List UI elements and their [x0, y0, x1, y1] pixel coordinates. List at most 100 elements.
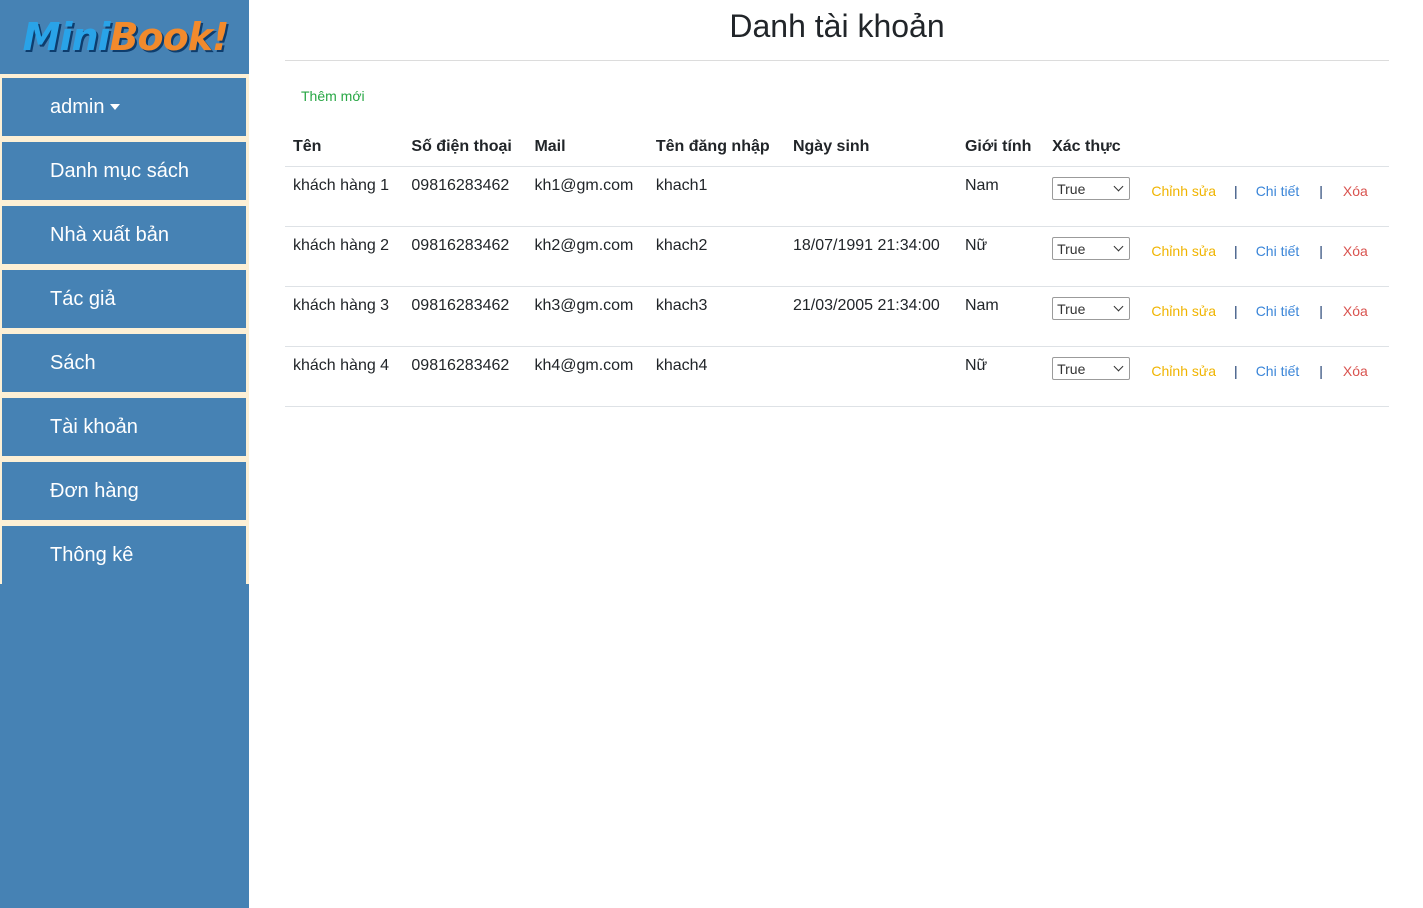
delete-link[interactable]: Xóa [1343, 183, 1368, 199]
sidebar: MiniBook! admin Danh mục sách Nhà xuất b… [0, 0, 249, 908]
sidebar-item-authors[interactable]: Tác giả [2, 270, 246, 328]
cell-birthday: 21/03/2005 21:34:00 [784, 286, 957, 347]
detail-link[interactable]: Chi tiết [1256, 183, 1300, 199]
column-header-name: Tên [293, 138, 322, 155]
cell-actions: Chỉnh sửa | Chi tiết | Xóa [1143, 346, 1389, 407]
cell-actions: Chỉnh sửa | Chi tiết | Xóa [1143, 166, 1389, 227]
edit-link[interactable]: Chỉnh sửa [1151, 303, 1216, 319]
sidebar-item-label: Tài khoản [50, 415, 138, 438]
column-header-verified: Xác thực [1052, 138, 1121, 155]
main-content: Danh tài khoản Thêm mới Tên Số điện thoạ… [285, 0, 1389, 407]
verified-select[interactable]: True [1052, 357, 1131, 380]
cell-gender: Nam [956, 286, 1045, 347]
cell-username: khach3 [647, 286, 785, 347]
delete-link[interactable]: Xóa [1343, 303, 1368, 319]
sidebar-item-label: Tác giả [50, 287, 116, 310]
logo[interactable]: MiniBook! [0, 0, 249, 74]
sidebar-item-label: Thông kê [50, 543, 134, 566]
separator: | [1234, 183, 1238, 199]
cell-username: khach4 [647, 346, 785, 407]
verified-select[interactable]: True [1052, 177, 1131, 200]
cell-actions: Chỉnh sửa | Chi tiết | Xóa [1143, 286, 1389, 347]
column-header-actions [1143, 136, 1389, 167]
sidebar-item-label: Sách [50, 351, 96, 374]
delete-link[interactable]: Xóa [1343, 363, 1368, 379]
separator: | [1234, 303, 1238, 319]
sidebar-item-statistics[interactable]: Thông kê [2, 526, 246, 584]
table-row: khách hàng 2 09816283462 kh2@gm.com khac… [285, 226, 1389, 287]
sidebar-menu: admin Danh mục sách Nhà xuất bản Tác giả… [0, 74, 249, 584]
cell-name: khách hàng 3 [285, 286, 404, 347]
sidebar-item-label: Đơn hàng [50, 479, 139, 502]
separator: | [1319, 183, 1323, 199]
column-header-username: Tên đăng nhập [655, 138, 770, 155]
column-header-birthday: Ngày sinh [792, 138, 870, 155]
cell-gender: Nữ [956, 226, 1045, 287]
verified-select[interactable]: True [1052, 297, 1131, 320]
table-row: khách hàng 1 09816283462 kh1@gm.com khac… [285, 166, 1389, 227]
chevron-down-icon [1113, 241, 1124, 252]
delete-link[interactable]: Xóa [1343, 243, 1368, 259]
verified-select-value: True [1057, 240, 1086, 257]
cell-birthday: 18/07/1991 21:34:00 [784, 226, 957, 287]
cell-actions: Chỉnh sửa | Chi tiết | Xóa [1143, 226, 1389, 287]
logo-book: Book! [109, 15, 230, 59]
separator: | [1319, 243, 1323, 259]
sidebar-item-publishers[interactable]: Nhà xuất bản [2, 206, 246, 264]
chevron-down-icon [1113, 181, 1124, 192]
detail-link[interactable]: Chi tiết [1256, 243, 1300, 259]
cell-mail: kh3@gm.com [526, 286, 648, 347]
column-header-gender: Giới tính [964, 138, 1032, 155]
column-header-phone: Số điện thoại [411, 138, 512, 155]
cell-name: khách hàng 2 [285, 226, 404, 287]
cell-gender: Nữ [956, 346, 1045, 407]
verified-select[interactable]: True [1052, 237, 1131, 260]
edit-link[interactable]: Chỉnh sửa [1151, 363, 1216, 379]
separator: | [1319, 363, 1323, 379]
verified-select-value: True [1057, 180, 1086, 197]
cell-verified: True [1044, 346, 1144, 407]
cell-username: khach1 [647, 166, 785, 227]
table-row: khách hàng 4 09816283462 kh4@gm.com khac… [285, 346, 1389, 407]
cell-birthday [784, 166, 957, 227]
cell-verified: True [1044, 226, 1144, 287]
sidebar-item-accounts[interactable]: Tài khoản [2, 398, 246, 456]
cell-verified: True [1044, 166, 1144, 227]
sidebar-item-label: Nhà xuất bản [50, 223, 169, 246]
cell-mail: kh4@gm.com [526, 346, 648, 407]
table-header-row: Tên Số điện thoại Mail Tên đăng nhập Ngà… [285, 136, 1389, 167]
column-header-mail: Mail [534, 138, 566, 155]
detail-link[interactable]: Chi tiết [1256, 363, 1300, 379]
accounts-table: Tên Số điện thoại Mail Tên đăng nhập Ngà… [285, 136, 1389, 407]
verified-select-value: True [1057, 300, 1086, 317]
table-row: khách hàng 3 09816283462 kh3@gm.com khac… [285, 286, 1389, 347]
separator: | [1234, 363, 1238, 379]
cell-name: khách hàng 4 [285, 346, 404, 407]
sidebar-item-admin[interactable]: admin [2, 78, 246, 136]
caret-down-icon [110, 104, 121, 110]
cell-phone: 09816283462 [403, 286, 527, 347]
sidebar-item-label: admin [50, 95, 105, 118]
cell-phone: 09816283462 [403, 166, 527, 227]
edit-link[interactable]: Chỉnh sửa [1151, 243, 1216, 259]
sidebar-item-books[interactable]: Sách [2, 334, 246, 392]
detail-link[interactable]: Chi tiết [1256, 303, 1300, 319]
sidebar-item-orders[interactable]: Đơn hàng [2, 462, 246, 520]
cell-gender: Nam [956, 166, 1045, 227]
verified-select-value: True [1057, 360, 1086, 377]
cell-name: khách hàng 1 [285, 166, 404, 227]
logo-text: MiniBook! [23, 15, 230, 59]
separator: | [1234, 243, 1238, 259]
chevron-down-icon [1113, 301, 1124, 312]
cell-phone: 09816283462 [403, 226, 527, 287]
cell-mail: kh2@gm.com [526, 226, 648, 287]
edit-link[interactable]: Chỉnh sửa [1151, 183, 1216, 199]
separator: | [1319, 303, 1323, 319]
cell-mail: kh1@gm.com [526, 166, 648, 227]
cell-verified: True [1044, 286, 1144, 347]
cell-phone: 09816283462 [403, 346, 527, 407]
sidebar-item-book-categories[interactable]: Danh mục sách [2, 142, 246, 200]
cell-username: khach2 [647, 226, 785, 287]
chevron-down-icon [1113, 361, 1124, 372]
add-new-link[interactable]: Thêm mới [301, 88, 365, 104]
